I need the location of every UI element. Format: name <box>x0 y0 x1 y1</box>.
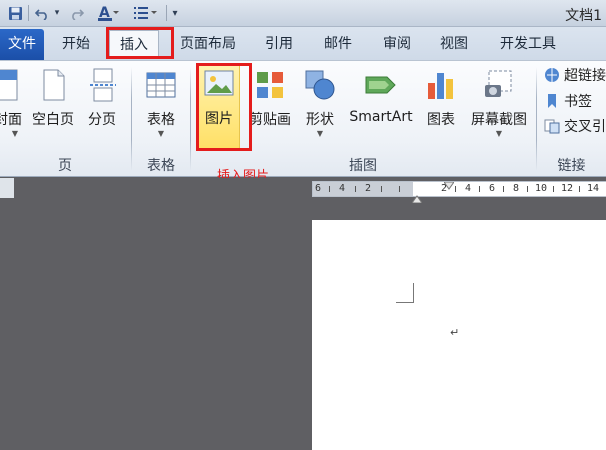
ruler-tick <box>399 186 400 192</box>
ruler-tick <box>503 186 504 192</box>
chevron-down-icon: ▼ <box>157 129 165 138</box>
ribbon-panel: 封面 ▼ 空白页 分页 页 表格 ▼ 表格 图片 剪贴画 形状 ▼ SmartA… <box>0 60 606 177</box>
tab-page-layout[interactable]: 页面布局 <box>172 30 244 58</box>
clip-art-label: 剪贴画 <box>249 112 291 128</box>
table-icon <box>146 72 176 98</box>
ruler-tick <box>527 186 528 192</box>
ruler-tick <box>329 186 330 192</box>
horizontal-ruler[interactable]: 6 4 2 2 4 6 8 10 12 14 <box>312 181 606 197</box>
cross-reference-label: 交叉引用 <box>564 119 606 135</box>
bookmark-label: 书签 <box>564 94 592 110</box>
ruler-label: 8 <box>513 183 520 194</box>
table-button[interactable]: 表格 ▼ <box>138 65 184 145</box>
undo-icon[interactable] <box>33 4 51 22</box>
hyperlink-icon <box>545 68 559 82</box>
chevron-down-icon: ▼ <box>495 129 503 138</box>
paragraph-mark: ↵ <box>450 326 460 339</box>
blank-page-icon <box>43 69 65 101</box>
ruler-label: 2 <box>365 183 372 194</box>
tab-view[interactable]: 视图 <box>429 30 479 58</box>
ruler-label: 6 <box>315 183 322 194</box>
picture-label: 图片 <box>205 111 233 127</box>
page-break-icon <box>90 68 116 102</box>
ruler-label: 6 <box>489 183 496 194</box>
tab-home[interactable]: 开始 <box>52 30 100 58</box>
toolbar-divider <box>28 5 29 21</box>
ruler-tick <box>381 186 382 192</box>
smartart-label: SmartArt <box>349 109 413 125</box>
ruler-label: 14 <box>587 183 600 194</box>
indent-marker-icon[interactable] <box>412 195 422 203</box>
tab-review[interactable]: 审阅 <box>372 30 422 58</box>
ruler-label: 4 <box>339 183 346 194</box>
screenshot-button[interactable]: 屏幕截图 ▼ <box>465 65 533 145</box>
page-break-label: 分页 <box>88 112 116 128</box>
ruler-corner <box>0 178 14 198</box>
tables-group-label: 表格 <box>147 158 175 174</box>
ruler-tick <box>455 186 456 192</box>
save-icon[interactable] <box>6 4 24 22</box>
links-group-label: 链接 <box>557 158 586 174</box>
tab-insert[interactable]: 插入 <box>109 30 159 58</box>
chart-icon <box>428 73 453 99</box>
undo-dropdown-icon[interactable]: ▾ <box>52 4 62 22</box>
smartart-button[interactable]: SmartArt <box>346 65 416 145</box>
bookmark-icon <box>548 94 556 108</box>
ribbon-tab-row: 文件 开始 插入 页面布局 引用 邮件 审阅 视图 开发工具 <box>0 27 606 60</box>
redo-icon[interactable] <box>67 4 85 22</box>
tab-mailings[interactable]: 邮件 <box>313 30 363 58</box>
picture-button[interactable]: 图片 <box>198 63 240 149</box>
chart-label: 图表 <box>427 112 455 128</box>
cover-page-button[interactable]: 封面 ▼ <box>0 65 24 145</box>
cover-page-icon <box>0 69 18 101</box>
ruler-tick <box>579 186 580 192</box>
text-color-icon[interactable]: A <box>96 4 120 22</box>
pages-group-label: 页 <box>58 158 72 174</box>
smartart-icon <box>365 76 396 94</box>
first-line-indent-icon[interactable] <box>444 182 454 190</box>
page-break-button[interactable]: 分页 <box>82 65 122 145</box>
tab-file[interactable]: 文件 <box>0 29 44 60</box>
ruler-tick <box>355 186 356 192</box>
tab-developer[interactable]: 开发工具 <box>489 30 567 58</box>
shapes-label: 形状 <box>306 112 334 128</box>
toolbar-divider <box>166 5 167 21</box>
document-title: 文档1 <box>565 8 602 24</box>
ruler-label: 12 <box>561 183 574 194</box>
chevron-down-icon: ▼ <box>11 129 18 138</box>
hyperlink-button[interactable]: 超链接 <box>544 65 606 85</box>
title-bar: ▾ A ▾ 文档1 <box>0 0 606 27</box>
tab-references[interactable]: 引用 <box>254 30 304 58</box>
cross-reference-button[interactable]: 交叉引用 <box>544 116 606 136</box>
blank-page-label: 空白页 <box>32 112 74 128</box>
margin-crop-mark <box>396 283 414 303</box>
clip-art-icon <box>257 72 283 98</box>
screenshot-icon <box>485 70 512 97</box>
chart-button[interactable]: 图表 <box>421 65 461 145</box>
shapes-icon <box>305 70 335 100</box>
cross-reference-icon <box>544 119 560 134</box>
ruler-label: 4 <box>465 183 472 194</box>
screenshot-label: 屏幕截图 <box>471 112 527 128</box>
ruler-tick <box>479 186 480 192</box>
clip-art-button[interactable]: 剪贴画 <box>246 65 294 145</box>
ruler-margin <box>313 182 413 196</box>
table-label: 表格 <box>147 112 175 128</box>
cover-page-label: 封面 <box>0 112 22 128</box>
bookmark-button[interactable]: 书签 <box>544 91 592 111</box>
picture-icon <box>204 70 234 96</box>
hyperlink-label: 超链接 <box>564 68 606 84</box>
customize-toolbar-icon[interactable]: ▾ <box>169 4 181 22</box>
list-format-icon[interactable] <box>132 4 160 22</box>
shapes-button[interactable]: 形状 ▼ <box>298 65 342 145</box>
ruler-label: 10 <box>535 183 548 194</box>
chevron-down-icon: ▼ <box>316 129 324 138</box>
ruler-tick <box>553 186 554 192</box>
blank-page-button[interactable]: 空白页 <box>28 65 78 145</box>
